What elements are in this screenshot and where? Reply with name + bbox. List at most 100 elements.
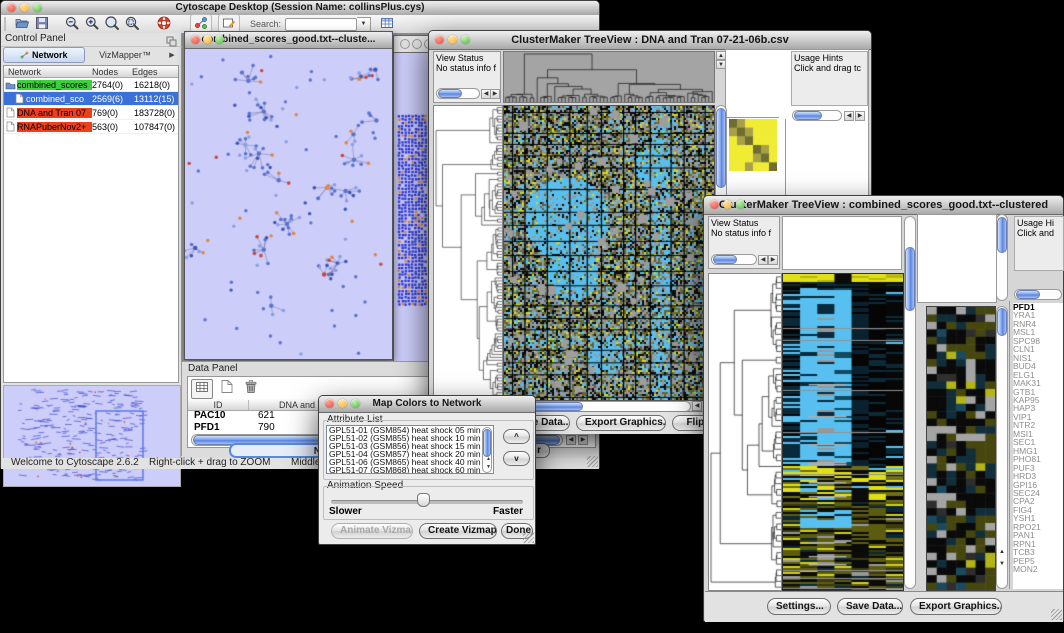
- tab-vizmapper[interactable]: VizMapper™: [85, 50, 165, 60]
- save-data-button[interactable]: Save Data...: [837, 598, 903, 615]
- tv1-correlation-matrix[interactable]: [729, 119, 777, 171]
- minimize-button[interactable]: [412, 39, 422, 49]
- control-panel-title: Control Panel: [1, 33, 185, 47]
- slower-label: Slower: [329, 506, 362, 517]
- tv1-column-dendrogram[interactable]: [503, 51, 715, 103]
- save-session-icon[interactable]: [32, 15, 52, 33]
- close-button[interactable]: [710, 200, 719, 209]
- zoom-button[interactable]: [461, 35, 470, 44]
- close-button[interactable]: [7, 3, 16, 12]
- attribute-list[interactable]: GPL51-01 (GSM854) heat shock 05 minGPL51…: [326, 425, 494, 474]
- export-graphics-button[interactable]: Export Graphics...: [576, 415, 666, 431]
- network-row-name[interactable]: DNA and Tran 07: [17, 108, 92, 118]
- tv2-mini-heatmap[interactable]: [926, 306, 996, 591]
- usage-hints-line2: Click and: [1015, 228, 1063, 238]
- move-down-button[interactable]: v: [503, 451, 530, 466]
- divider: [1009, 301, 1010, 589]
- scroll-down-icon[interactable]: ▼: [486, 464, 491, 470]
- more-tabs-icon[interactable]: ▶: [165, 51, 179, 59]
- tv1-row-dendrogram[interactable]: [433, 105, 503, 401]
- close-button[interactable]: [400, 39, 410, 49]
- col-id[interactable]: ID: [188, 400, 248, 410]
- zoom-fit-icon[interactable]: [102, 15, 122, 33]
- tv1-heatmap[interactable]: [503, 105, 715, 401]
- network-row[interactable]: RNAPuberNov2+ 563(0) 107847(0): [4, 120, 178, 134]
- slider-thumb[interactable]: [417, 493, 430, 507]
- scroll-left-icon[interactable]: ◀: [566, 435, 576, 445]
- view-status-hscrollbar[interactable]: [436, 88, 480, 99]
- zoom-out-icon[interactable]: [62, 15, 82, 33]
- network-row-name[interactable]: combined_scores: [17, 80, 92, 90]
- scroll-right-icon[interactable]: ▶: [578, 435, 588, 445]
- scroll-up-icon[interactable]: ▲: [486, 456, 491, 462]
- minimize-button[interactable]: [723, 200, 732, 209]
- tab-network[interactable]: Network: [3, 47, 85, 63]
- network-row-name[interactable]: RNAPuberNov2+: [17, 122, 92, 132]
- search-input[interactable]: [285, 18, 357, 31]
- open-session-icon[interactable]: [12, 15, 32, 33]
- birds-eye-view[interactable]: [3, 385, 181, 487]
- network-row-edges: 13112(15): [134, 94, 178, 104]
- scroll-up-icon[interactable]: ▲: [999, 549, 1005, 555]
- col-network[interactable]: Network: [4, 67, 92, 77]
- col-nodes[interactable]: Nodes: [92, 67, 132, 77]
- view-status-hscrollbar[interactable]: [711, 254, 757, 265]
- resize-grip[interactable]: [523, 532, 534, 543]
- zoom-button[interactable]: [736, 200, 745, 209]
- zoom-button[interactable]: [33, 3, 42, 12]
- tv2-collabel-scrollbar[interactable]: [996, 214, 1008, 301]
- gene-label[interactable]: MON2: [1013, 565, 1063, 573]
- network-row[interactable]: combined_sco 2569(6) 13112(15): [4, 92, 178, 106]
- new-attribute-icon[interactable]: [217, 379, 237, 397]
- tv2-vscrollbar[interactable]: [904, 216, 916, 589]
- network-row-name[interactable]: combined_sco: [26, 94, 92, 104]
- export-graphics-button[interactable]: Export Graphics...: [910, 598, 1002, 615]
- dialog-titlebar[interactable]: Map Colors to Network: [319, 396, 535, 413]
- treeview1-titlebar[interactable]: ClusterMaker TreeView : DNA and Tran 07-…: [429, 31, 871, 50]
- animate-vizmap-button[interactable]: Animate Vizmap: [331, 523, 413, 539]
- resize-grip[interactable]: [587, 456, 598, 467]
- network-row[interactable]: DNA and Tran 07 769(0) 183728(0): [4, 106, 178, 120]
- close-button[interactable]: [325, 399, 334, 408]
- network-row[interactable]: combined_scores 2764(0) 16218(0): [4, 78, 178, 92]
- create-vizmap-button[interactable]: Create Vizmap: [419, 523, 497, 539]
- scroll-left-icon[interactable]: ◀: [758, 255, 768, 265]
- zoom-in-icon[interactable]: [82, 15, 102, 33]
- search-dropdown-icon[interactable]: ▼: [357, 17, 371, 32]
- tv2-mini-scrollbar[interactable]: ▲ ▼: [996, 306, 1008, 589]
- tv2-row-dendrogram[interactable]: [708, 273, 782, 591]
- minimize-button[interactable]: [448, 35, 457, 44]
- scroll-right-icon[interactable]: ▶: [490, 89, 500, 99]
- usage-hints-hscrollbar[interactable]: [792, 110, 842, 121]
- close-button[interactable]: [191, 35, 200, 44]
- scroll-right-icon[interactable]: ▶: [768, 255, 778, 265]
- help-lifering-icon[interactable]: [154, 15, 174, 33]
- select-attributes-icon[interactable]: [191, 379, 213, 399]
- settings-button[interactable]: Settings...: [767, 598, 831, 615]
- tv2-heatmap[interactable]: [782, 273, 904, 591]
- delete-attribute-icon[interactable]: [241, 379, 261, 397]
- scroll-left-icon[interactable]: ◀: [844, 111, 854, 121]
- main-titlebar[interactable]: Cytoscape Desktop (Session Name: collins…: [1, 1, 599, 16]
- tv2-column-dendrogram-area[interactable]: [782, 216, 902, 270]
- usage-hints-hscrollbar[interactable]: [1014, 289, 1062, 300]
- tv2-button-bar: Settings... Save Data... Export Graphics…: [705, 591, 1063, 622]
- minimize-button[interactable]: [338, 399, 347, 408]
- scroll-left-icon[interactable]: ◀: [692, 401, 702, 411]
- treeview2-titlebar[interactable]: ClusterMaker TreeView : combined_scores_…: [704, 196, 1063, 215]
- minimize-button[interactable]: [203, 35, 212, 44]
- scroll-right-icon[interactable]: ▶: [855, 111, 865, 121]
- minimize-button[interactable]: [20, 3, 29, 12]
- move-up-button[interactable]: ^: [503, 429, 530, 444]
- network-window-1-titlebar[interactable]: combined_scores_good.txt--cluste...: [185, 32, 392, 49]
- network-table-header[interactable]: Network Nodes Edges: [4, 66, 178, 78]
- attribute-list-item[interactable]: GPL51-07 (GSM868) heat shock 60 min: [329, 467, 491, 474]
- close-button[interactable]: [435, 35, 444, 44]
- col-edges[interactable]: Edges: [132, 67, 178, 77]
- zoom-button[interactable]: [215, 35, 224, 44]
- network-view-1-canvas[interactable]: [185, 49, 390, 358]
- scroll-down-icon[interactable]: ▼: [999, 561, 1005, 567]
- zoom-button[interactable]: [351, 399, 360, 408]
- zoom-selected-icon[interactable]: [122, 15, 142, 33]
- resize-grip[interactable]: [1051, 609, 1062, 620]
